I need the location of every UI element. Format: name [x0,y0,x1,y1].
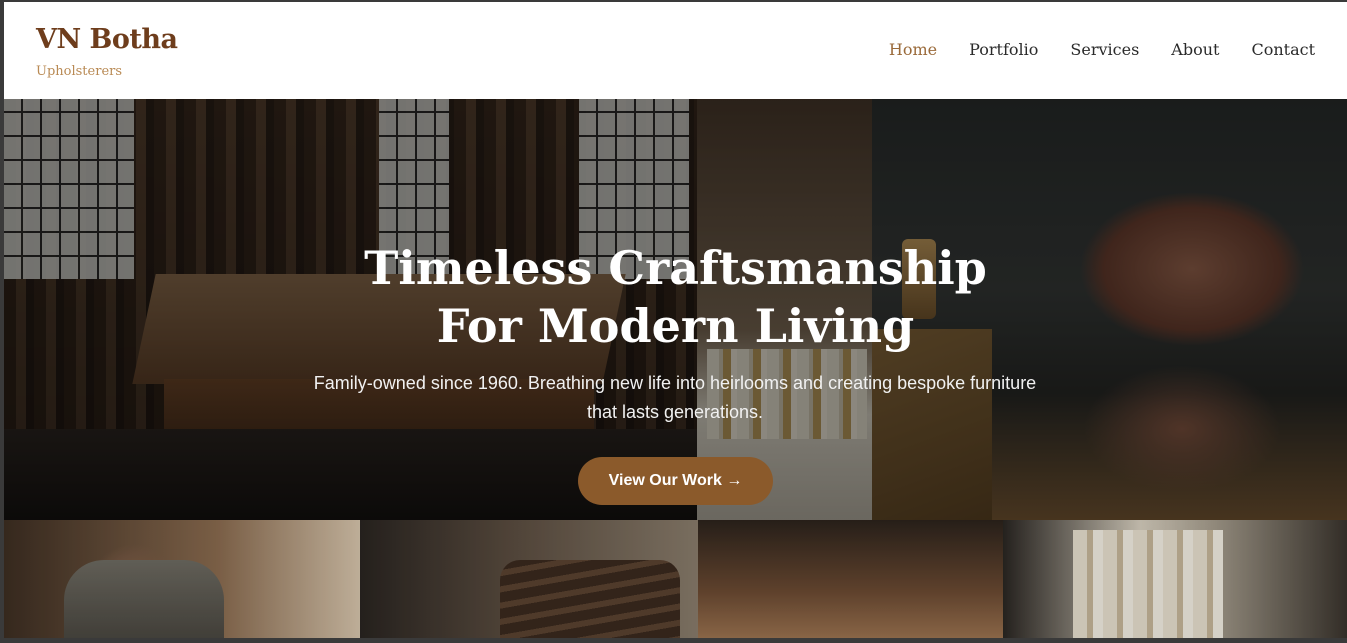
main-nav: Home Portfolio Services About Contact [889,40,1315,59]
nav-link-services[interactable]: Services [1070,40,1139,59]
tile-shade [4,520,360,638]
hero-subtitle: Family-owned since 1960. Breathing new l… [313,373,1037,422]
gallery-image-leather[interactable] [360,520,698,638]
gallery-strip [4,520,1347,638]
view-our-work-button[interactable]: View Our Work → [578,457,773,505]
tile-shade [1003,520,1347,638]
gallery-image-craftsman[interactable] [4,520,360,638]
browser-viewport: VN Botha Upholsterers Home Portfolio Ser… [4,2,1347,638]
tile-shade [360,520,698,638]
gallery-image-fabric-rolls[interactable] [1003,520,1347,638]
nav-link-about[interactable]: About [1171,40,1219,59]
gallery-image-fabric-closeup[interactable] [698,520,1003,638]
site-header: VN Botha Upholsterers Home Portfolio Ser… [4,2,1347,99]
brand-tagline: Upholsterers [36,64,123,79]
hero-title-line-1: Timeless Craftsmanship [364,241,987,295]
nav-link-contact[interactable]: Contact [1251,40,1315,59]
tile-shade [698,520,1003,638]
hero-title: Timeless Craftsmanship For Modern Living [4,239,1347,355]
brand-logo-name[interactable]: VN Botha [36,24,178,55]
nav-link-portfolio[interactable]: Portfolio [969,40,1038,59]
hero-section: Timeless Craftsmanship For Modern Living… [4,99,1347,520]
nav-link-home[interactable]: Home [889,40,937,59]
hero-title-line-2: For Modern Living [436,299,915,353]
